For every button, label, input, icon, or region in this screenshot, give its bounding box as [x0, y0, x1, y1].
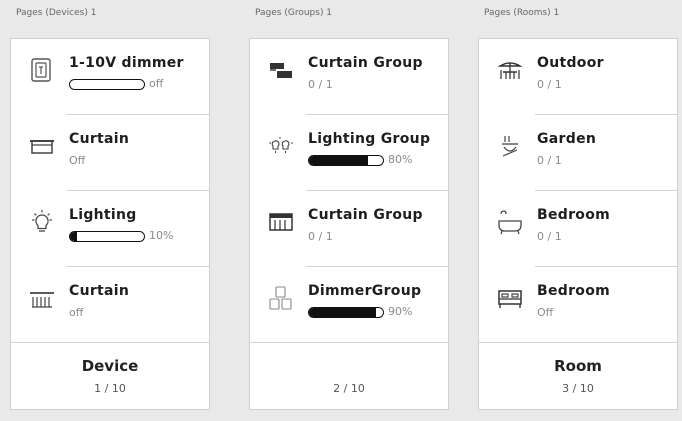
groups-footer[interactable]: 2 / 10	[250, 345, 448, 409]
device-status: off	[69, 306, 84, 319]
room-name: Bedroom	[537, 283, 611, 299]
room-name: Outdoor	[537, 55, 604, 71]
rooms-panel: Outdoor 0 / 1 Garden 0 / 1 Bedroom 0 / 1…	[478, 38, 678, 410]
footer-label: Device	[81, 357, 139, 375]
group-tile-lighting[interactable]: Lighting Group 80%	[250, 115, 448, 191]
group-name: Lighting Group	[308, 131, 431, 147]
outdoor-table-icon	[497, 62, 523, 79]
device-tile-lighting[interactable]: Lighting 10%	[11, 191, 209, 267]
devices-footer[interactable]: Device 1 / 10	[11, 345, 209, 409]
group-name: DimmerGroup	[308, 283, 422, 299]
room-tile-bathroom[interactable]: Bedroom 0 / 1	[479, 191, 677, 267]
group-tile-curtain-2[interactable]: Curtain Group 0 / 1	[250, 191, 448, 267]
footer-label: Room	[554, 357, 602, 375]
dimmer-group-icon	[269, 286, 292, 310]
group-level-bar[interactable]	[308, 307, 384, 318]
room-tile-outdoor[interactable]: Outdoor 0 / 1	[479, 39, 677, 115]
device-tile-blind[interactable]: Curtain off	[11, 267, 209, 343]
device-level-bar[interactable]	[69, 231, 145, 242]
device-status: Off	[69, 154, 86, 167]
lighting-group-icon	[269, 137, 293, 153]
curtain-icon	[30, 140, 54, 154]
room-name: Garden	[537, 131, 597, 147]
room-status: 0 / 1	[537, 154, 562, 167]
group-status: 80%	[388, 153, 413, 166]
device-name: Curtain	[69, 283, 130, 299]
dimmer-icon	[31, 58, 51, 82]
group-name: Curtain Group	[308, 55, 423, 71]
groups-page-title: Pages (Groups) 1	[255, 8, 333, 18]
page-indicator: 2 / 10	[333, 382, 365, 395]
page-indicator: 3 / 10	[562, 382, 594, 395]
bathtub-icon	[498, 210, 522, 235]
bulb-icon	[32, 210, 52, 232]
room-name: Bedroom	[537, 207, 611, 223]
page-indicator: 1 / 10	[94, 382, 126, 395]
bed-icon	[498, 290, 522, 308]
rooms-footer[interactable]: Room 3 / 10	[479, 345, 677, 409]
garden-icon	[502, 136, 518, 157]
group-status: 0 / 1	[308, 230, 333, 243]
curtain-group-icon	[270, 63, 292, 78]
room-status: 0 / 1	[537, 78, 562, 91]
room-tile-garden[interactable]: Garden 0 / 1	[479, 115, 677, 191]
blind-icon	[30, 292, 54, 308]
group-status: 90%	[388, 305, 413, 318]
device-tile-curtain[interactable]: Curtain Off	[11, 115, 209, 191]
curtain-group-icon	[269, 213, 293, 231]
group-tile-dimmer[interactable]: DimmerGroup 90%	[250, 267, 448, 343]
rooms-page-title: Pages (Rooms) 1	[484, 8, 560, 18]
device-name: 1-10V dimmer	[69, 55, 184, 71]
device-status: off	[149, 77, 164, 90]
room-status: Off	[537, 306, 554, 319]
group-status: 0 / 1	[308, 78, 333, 91]
device-status: 10%	[149, 229, 174, 242]
devices-panel: 1-10V dimmer off Curtain Off Lighting 10…	[10, 38, 210, 410]
groups-panel: Curtain Group 0 / 1 Lighting Group 80% C…	[249, 38, 449, 410]
group-tile-curtain[interactable]: Curtain Group 0 / 1	[250, 39, 448, 115]
room-status: 0 / 1	[537, 230, 562, 243]
device-name: Lighting	[69, 207, 137, 223]
group-level-bar[interactable]	[308, 155, 384, 166]
group-name: Curtain Group	[308, 207, 423, 223]
room-tile-bedroom[interactable]: Bedroom Off	[479, 267, 677, 343]
devices-page-title: Pages (Devices) 1	[16, 8, 97, 18]
device-level-bar[interactable]	[69, 79, 145, 90]
device-tile-dimmer[interactable]: 1-10V dimmer off	[11, 39, 209, 115]
device-name: Curtain	[69, 131, 130, 147]
